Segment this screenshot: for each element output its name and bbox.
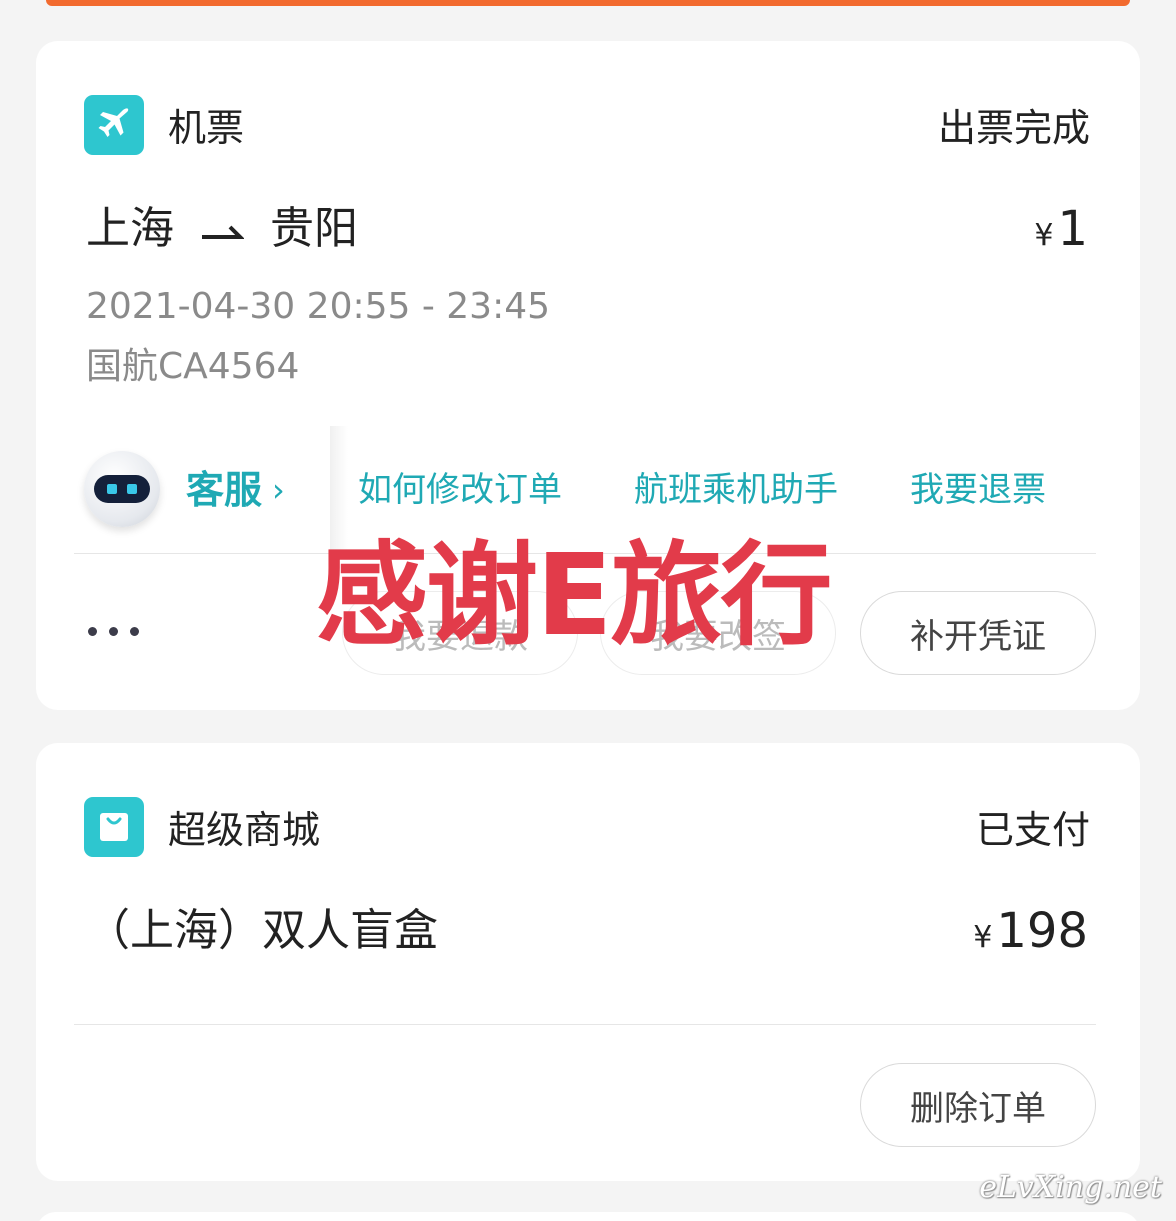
reissue-receipt-button[interactable]: 补开凭证 bbox=[860, 591, 1096, 675]
quick-link-flight-assistant[interactable]: 航班乘机助手 bbox=[634, 473, 838, 507]
thanks-overlay-text: 感谢E旅行 bbox=[316, 531, 833, 661]
flight-route: 上海 贵阳 bbox=[86, 207, 358, 251]
price-value: 1 bbox=[1057, 201, 1088, 257]
delete-order-button[interactable]: 删除订单 bbox=[860, 1063, 1096, 1147]
currency-symbol: ¥ bbox=[973, 920, 993, 955]
order-price: ¥1 bbox=[1034, 205, 1088, 253]
card-divider bbox=[74, 1024, 1096, 1025]
robot-avatar-icon[interactable] bbox=[84, 451, 160, 527]
shopping-bag-icon bbox=[84, 797, 144, 857]
customer-service-label: 客服 bbox=[186, 468, 263, 512]
more-dots-icon[interactable] bbox=[88, 627, 139, 636]
order-status: 已支付 bbox=[975, 808, 1090, 852]
route-arrow-icon bbox=[200, 207, 245, 251]
quick-link-refund-ticket[interactable]: 我要退票 bbox=[910, 473, 1046, 507]
flight-datetime: 2021-04-30 20:55 - 23:45 bbox=[86, 286, 551, 327]
order-category: 机票 bbox=[168, 106, 245, 150]
site-watermark: eLvXing.net bbox=[979, 1170, 1162, 1205]
flight-number: 国航CA4564 bbox=[86, 346, 300, 387]
next-card-edge bbox=[36, 1212, 1140, 1221]
quick-link-modify-order[interactable]: 如何修改订单 bbox=[358, 473, 562, 507]
chevron-right-icon: › bbox=[272, 471, 285, 509]
origin-city: 上海 bbox=[86, 203, 174, 254]
currency-symbol: ¥ bbox=[1034, 218, 1054, 253]
destination-city: 贵阳 bbox=[270, 203, 358, 254]
order-price: ¥198 bbox=[973, 907, 1088, 955]
customer-service-button[interactable]: 客服 › bbox=[186, 471, 285, 509]
product-name: （上海）双人盲盒 bbox=[86, 905, 438, 956]
shop-order-card[interactable]: 超级商城 已支付 （上海）双人盲盒 ¥198 删除订单 bbox=[36, 743, 1140, 1181]
order-category: 超级商城 bbox=[168, 808, 321, 852]
airplane-icon bbox=[84, 95, 144, 155]
robot-visor bbox=[94, 475, 150, 503]
order-status: 出票完成 bbox=[937, 106, 1090, 150]
previous-card-edge bbox=[46, 0, 1130, 6]
price-value: 198 bbox=[996, 903, 1088, 959]
